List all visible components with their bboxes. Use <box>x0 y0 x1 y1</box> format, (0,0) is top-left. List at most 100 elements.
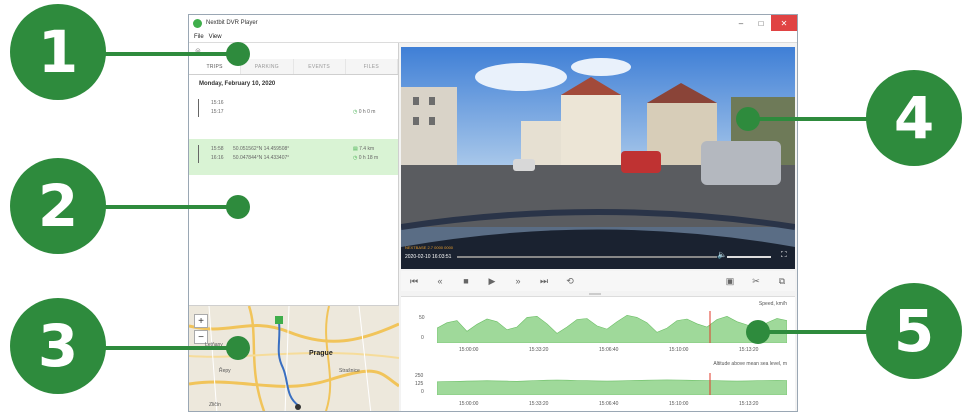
skip-to-end-icon[interactable]: ⏭ <box>531 276 557 287</box>
tab-events[interactable]: EVENTS <box>293 59 346 74</box>
window-title: Nextbit DVR Player <box>206 20 258 26</box>
trip-timeline-bar <box>198 99 199 117</box>
speed-chart[interactable] <box>437 311 787 343</box>
callout-leader-5 <box>758 330 878 334</box>
altitude-xtick: 15:00:00 <box>459 401 479 407</box>
altitude-xtick: 15:10:00 <box>669 401 689 407</box>
map-label: Zličín <box>209 402 221 408</box>
altitude-ytick: 250 <box>415 373 424 379</box>
trip-times: 15:16 15:17 <box>211 99 224 117</box>
callout-dot-2 <box>226 195 250 219</box>
trip-stats: ▤ 7.4 km ◷ 0 h 18 m <box>353 145 378 163</box>
minimize-icon[interactable]: – <box>731 15 751 31</box>
callout-dot-1 <box>226 42 250 66</box>
callout-dot-4 <box>736 107 760 131</box>
tab-files[interactable]: FILES <box>345 59 398 74</box>
video-player[interactable]: NEXTBASE 2.7 0000 0000 2020-02-10 16:03:… <box>401 47 795 269</box>
maximize-icon[interactable]: □ <box>751 15 771 31</box>
control-actions: ▣ ✂ ⧉ <box>717 276 795 287</box>
speed-xtick: 15:13:20 <box>739 347 759 353</box>
trip-locations: 50.051562°N 14.459508° 50.047844°N 14.43… <box>233 145 289 163</box>
altitude-xtick: 15:33:20 <box>529 401 549 407</box>
callout-5: 5 <box>866 283 962 379</box>
volume-slider[interactable] <box>727 256 771 258</box>
speed-ytick: 0 <box>421 335 424 341</box>
left-panel: ⊜ TRIPS PARKING EVENTS FILES Monday, Feb… <box>189 43 399 411</box>
callout-dot-3 <box>226 336 250 360</box>
trip-distance: 7.4 km <box>359 146 375 152</box>
map-label: Řepy <box>219 368 231 374</box>
callout-4: 4 <box>866 70 962 166</box>
close-icon[interactable]: ✕ <box>771 15 797 31</box>
callout-leader-2 <box>90 205 238 209</box>
map-canvas <box>189 306 399 411</box>
speed-chart-title: Speed, km/h <box>758 301 787 307</box>
play-icon[interactable]: ▶ <box>479 276 505 287</box>
altitude-chart[interactable] <box>437 373 787 395</box>
tab-strip: TRIPS PARKING EVENTS FILES <box>189 59 398 75</box>
trip-end-time: 16:16 <box>211 155 224 161</box>
save-icon[interactable]: ▣ <box>717 276 743 287</box>
rewind-icon[interactable]: « <box>427 276 453 286</box>
speed-xtick: 15:33:20 <box>529 347 549 353</box>
loop-icon[interactable]: ⟲ <box>557 276 583 287</box>
route-end-marker <box>295 404 301 410</box>
speed-xtick: 15:00:00 <box>459 347 479 353</box>
callout-leader-3 <box>90 346 238 350</box>
trip-duration: 0 h 0 m <box>358 109 376 115</box>
video-timestamp: 2020-02-10 16:03:51 <box>405 254 452 260</box>
trip-row[interactable]: 15:16 15:17 ◷ 0 h 0 m <box>189 93 398 133</box>
tab-parking[interactable]: PARKING <box>241 59 294 74</box>
callout-2: 2 <box>10 158 106 254</box>
app-logo-icon <box>193 18 202 28</box>
menu-view[interactable]: View <box>209 34 222 40</box>
video-frame <box>401 47 795 269</box>
trip-start-time: 15:16 <box>211 100 224 106</box>
copy-icon[interactable]: ⧉ <box>769 276 795 287</box>
trip-duration: 0 h 18 m <box>358 155 379 161</box>
trip-start-location: 50.051562°N 14.459508° <box>233 146 290 152</box>
altitude-chart-series-area <box>437 379 787 395</box>
altitude-xtick: 15:06:40 <box>599 401 619 407</box>
speed-xtick: 15:06:40 <box>599 347 619 353</box>
skip-to-start-icon[interactable]: ⏮ <box>401 276 427 287</box>
map-label: Strašnice <box>339 368 360 374</box>
speed-xtick: 15:10:00 <box>669 347 689 353</box>
altitude-chart-title: Altitude above mean sea level, m <box>713 361 787 367</box>
title-bar: Nextbit DVR Player – □ ✕ <box>189 15 797 31</box>
callout-leader-4 <box>748 117 878 121</box>
altitude-ytick: 125 <box>415 381 424 387</box>
map-label: Prague <box>309 350 333 357</box>
trip-end-location: 50.047844°N 14.433407° <box>233 155 290 161</box>
video-overlay-label: NEXTBASE 2.7 0000 0000 <box>405 245 454 250</box>
splitter-handle[interactable] <box>589 293 601 295</box>
cut-icon[interactable]: ✂ <box>743 276 769 287</box>
clock-icon: ◷ <box>353 109 358 115</box>
trip-row-selected[interactable]: 15:58 16:16 50.051562°N 14.459508° 50.04… <box>189 139 398 175</box>
trip-times: 15:58 16:16 <box>211 145 224 163</box>
menu-bar: File View <box>189 31 797 43</box>
callout-leader-1 <box>90 52 238 56</box>
altitude-ytick: 0 <box>421 389 424 395</box>
playback-controls: ⏮ « ■ ▶ » ⏭ ⟲ ▣ ✂ ⧉ <box>401 271 795 291</box>
fullscreen-icon[interactable]: ⛶ <box>781 250 787 260</box>
window-controls: – □ ✕ <box>731 15 797 31</box>
fast-forward-icon[interactable]: » <box>505 276 531 286</box>
callout-1: 1 <box>10 4 106 100</box>
trip-timeline-bar <box>198 145 199 163</box>
speed-ytick: 50 <box>419 315 425 321</box>
telemetry-charts: Speed, km/h 50 0 15:00:00 15:33:20 15:06… <box>401 296 795 411</box>
stop-icon[interactable]: ■ <box>453 276 479 286</box>
callout-dot-5 <box>746 320 770 344</box>
distance-icon: ▤ <box>353 146 358 152</box>
trip-start-time: 15:58 <box>211 146 224 152</box>
menu-file[interactable]: File <box>194 34 204 40</box>
date-heading: Monday, February 10, 2020 <box>199 81 276 87</box>
left-toolbar: ⊜ <box>189 43 398 59</box>
video-seekbar[interactable] <box>457 256 717 258</box>
callout-3: 3 <box>10 298 106 394</box>
trip-end-time: 15:17 <box>211 109 224 115</box>
volume-icon[interactable]: 🔈 <box>717 250 727 259</box>
route-map[interactable]: + − Letňany Prague Řepy Strašnice Zličín <box>189 305 399 411</box>
zoom-in-button[interactable]: + <box>194 314 208 328</box>
